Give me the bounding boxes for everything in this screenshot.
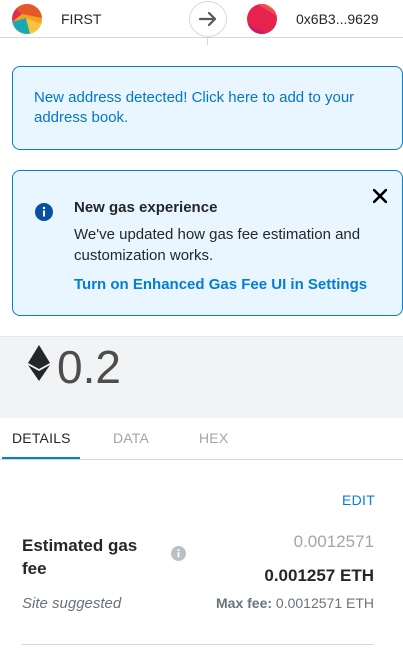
tab-hex[interactable]: HEX bbox=[199, 430, 228, 446]
gas-fee-info-icon[interactable] bbox=[171, 546, 186, 561]
transaction-tabs: DETAILS DATA HEX bbox=[0, 418, 403, 460]
gas-banner-title: New gas experience bbox=[74, 199, 218, 216]
close-banner-button[interactable] bbox=[370, 186, 390, 206]
gas-fee-primary-value: 0.001257 ETH bbox=[264, 566, 374, 585]
sender-account-name: FIRST bbox=[61, 11, 102, 27]
recipient-account[interactable]: 0x6B3...9629 bbox=[247, 4, 379, 34]
tab-details[interactable]: DETAILS bbox=[12, 430, 71, 446]
ethereum-icon bbox=[28, 345, 50, 381]
arrow-right-icon bbox=[198, 11, 217, 27]
tab-data[interactable]: DATA bbox=[113, 430, 149, 446]
new-address-banner[interactable]: New address detected! Click here to add … bbox=[12, 66, 403, 150]
max-fee-label: Max fee: bbox=[216, 595, 273, 611]
edit-gas-button[interactable]: EDIT bbox=[342, 492, 375, 508]
enhanced-gas-settings-link[interactable]: Turn on Enhanced Gas Fee UI in Settings bbox=[74, 276, 367, 293]
transaction-header: FIRST 0x6B3...9629 bbox=[0, 0, 403, 38]
gas-banner-body: We've updated how gas fee estimation and… bbox=[74, 226, 361, 264]
new-address-text[interactable]: New address detected! Click here to add … bbox=[34, 88, 382, 128]
arrow-connector bbox=[207, 37, 208, 45]
site-suggested-label: Site suggested bbox=[22, 595, 122, 612]
info-icon bbox=[35, 203, 53, 221]
transaction-amount: 0.2 bbox=[57, 341, 121, 393]
estimated-gas-fee-label: Estimated gas fee bbox=[22, 536, 138, 578]
details-divider bbox=[22, 644, 374, 645]
recipient-avatar bbox=[247, 4, 277, 34]
max-fee: Max fee: 0.0012571 ETH bbox=[216, 595, 374, 611]
transaction-amount-area: 0.2 bbox=[0, 336, 403, 418]
gas-fee-secondary-value: 0.0012571 bbox=[293, 532, 374, 551]
max-fee-value: 0.0012571 ETH bbox=[275, 595, 374, 611]
active-tab-indicator bbox=[2, 457, 80, 459]
recipient-address: 0x6B3...9629 bbox=[296, 11, 379, 27]
sender-account[interactable]: FIRST bbox=[12, 4, 101, 34]
sender-avatar bbox=[12, 4, 42, 34]
gas-experience-banner: New gas experience We've updated how gas… bbox=[12, 170, 403, 316]
close-icon bbox=[373, 189, 387, 203]
direction-arrow bbox=[189, 1, 227, 37]
